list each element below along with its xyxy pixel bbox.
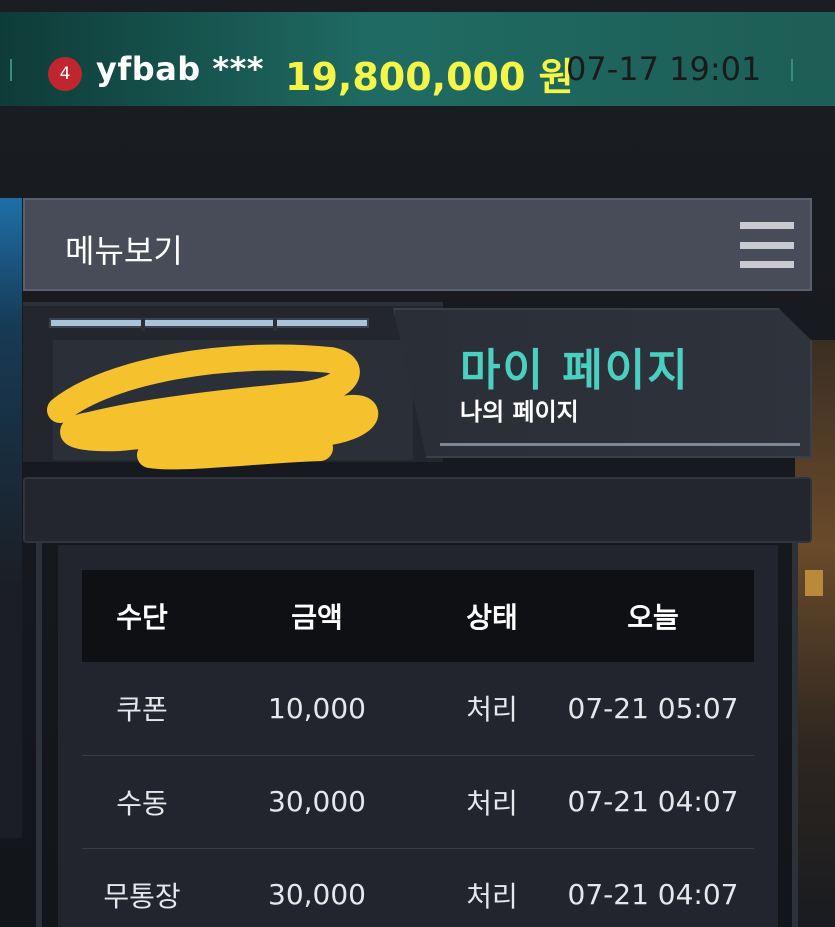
column-status: 상태	[466, 601, 518, 634]
title-underline	[440, 443, 800, 446]
table-row: 수동 30,000 처리 07-21 04:07	[82, 755, 754, 848]
frame-post	[792, 543, 798, 927]
cell-status: 처리	[466, 693, 518, 727]
cell-date: 07-21 04:07	[567, 785, 739, 818]
rank-badge: 4	[48, 57, 82, 91]
cell-method: 무통장	[103, 879, 181, 913]
table-row: 무통장 30,000 처리 07-21 04:07	[82, 848, 754, 927]
menu-label[interactable]: 메뉴보기	[65, 226, 183, 272]
ticker-separator	[791, 59, 793, 81]
hamburger-icon[interactable]	[740, 222, 794, 268]
history-table: 수단 금액 상태 오늘 쿠폰 10,000 처리 07-21 05:07 수동 …	[82, 570, 754, 927]
light-strip-decoration	[49, 317, 369, 331]
page-subtitle: 나의 페이지	[460, 398, 579, 426]
winner-ticker: 4 yfbab *** 19,800,000 원 07-17 19:01	[0, 12, 835, 106]
cell-date: 07-21 05:07	[567, 691, 739, 725]
cell-date: 07-21 04:07	[567, 878, 739, 911]
ticker-amount: 19,800,000 원	[285, 55, 574, 99]
window-light-decoration	[805, 570, 823, 596]
ticker-user: yfbab ***	[96, 50, 265, 88]
table-header-row: 수단 금액 상태 오늘	[82, 570, 754, 662]
cell-status: 처리	[466, 879, 518, 913]
column-amount: 금액	[291, 601, 343, 634]
frame-post	[36, 543, 42, 927]
left-decoration	[0, 198, 22, 838]
ticker-separator	[10, 59, 12, 81]
cell-amount: 30,000	[268, 785, 366, 818]
menu-bar[interactable]: 메뉴보기	[23, 198, 812, 291]
page-title: 마이 페이지	[460, 345, 690, 396]
redaction-scribble	[47, 344, 379, 470]
cell-amount: 10,000	[268, 691, 366, 725]
cell-method: 쿠폰	[116, 693, 168, 727]
column-date: 오늘	[627, 601, 679, 634]
cell-method: 수동	[116, 786, 168, 820]
section-rail	[23, 477, 812, 543]
column-method: 수단	[116, 601, 168, 634]
table-row: 쿠폰 10,000 처리 07-21 05:07	[82, 662, 754, 755]
cell-amount: 30,000	[268, 878, 366, 911]
cell-status: 처리	[466, 786, 518, 820]
ticker-time: 07-17 19:01	[566, 50, 762, 88]
